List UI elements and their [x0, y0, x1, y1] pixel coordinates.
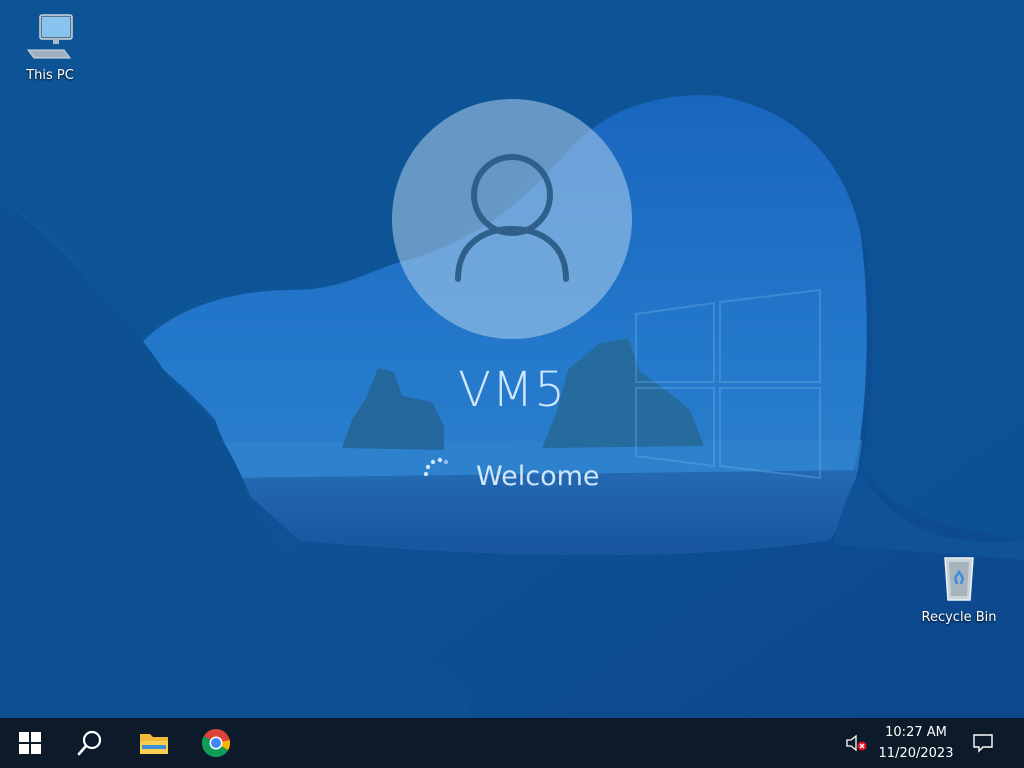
desktop-icon-label: Recycle Bin	[921, 610, 997, 625]
loading-spinner-icon	[423, 457, 449, 477]
volume-muted-icon	[846, 734, 867, 752]
volume-button[interactable]	[842, 718, 870, 768]
welcome-text: Welcome	[476, 461, 600, 492]
file-explorer-icon	[140, 734, 168, 754]
file-explorer-button[interactable]	[124, 718, 184, 768]
taskbar: 10:27 AM 11/20/2023	[0, 718, 1024, 768]
chrome-button[interactable]	[186, 718, 246, 768]
user-avatar	[392, 99, 632, 339]
desktop-icon-this-pc[interactable]: This PC	[10, 10, 90, 83]
recycle-bin-icon	[944, 557, 974, 601]
desktop-icon-recycle-bin[interactable]: Recycle Bin	[919, 552, 999, 625]
clock-date: 11/20/2023	[878, 746, 954, 761]
computer-icon	[27, 14, 73, 59]
search-button[interactable]	[60, 718, 120, 768]
desktop-icon-label: This PC	[26, 68, 74, 83]
clock-time: 10:27 AM	[885, 725, 947, 740]
desktop: This PC Recycle Bin VM5 Welcome	[0, 0, 1024, 718]
chrome-icon	[202, 729, 230, 757]
windows-start-icon	[19, 732, 41, 754]
welcome-status: Welcome	[420, 456, 640, 496]
notification-icon	[973, 734, 993, 753]
search-icon	[77, 730, 102, 756]
user-icon	[455, 154, 569, 282]
start-button[interactable]	[0, 718, 60, 768]
action-center-button[interactable]	[966, 718, 1000, 768]
system-clock[interactable]: 10:27 AM 11/20/2023	[870, 722, 962, 764]
user-name: VM5	[458, 362, 566, 418]
